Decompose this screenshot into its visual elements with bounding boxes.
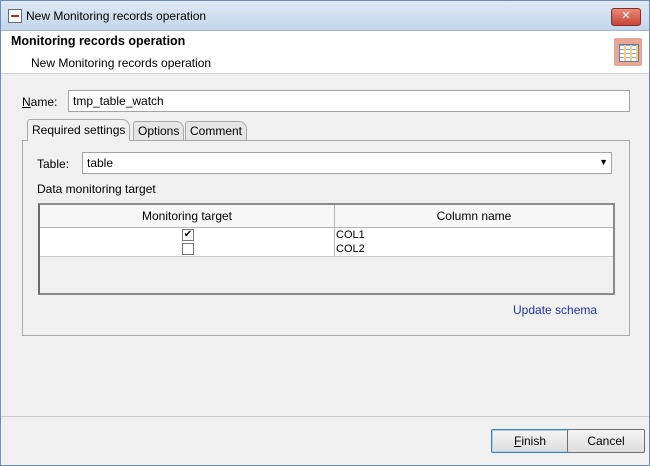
monitoring-target-checkbox[interactable] [182, 243, 194, 255]
column-name-cell: COL1 [336, 229, 365, 241]
dialog-window: New Monitoring records operation ✕ Monit… [0, 0, 650, 466]
table-header: Monitoring target Column name [40, 205, 613, 228]
finish-button[interactable]: Finish [491, 429, 569, 453]
table-icon [614, 38, 642, 66]
column-name-cell: COL2 [336, 243, 365, 255]
chevron-down-icon[interactable]: ▼ [599, 157, 608, 167]
column-divider [334, 205, 335, 256]
tab-required-settings[interactable]: Required settings [27, 119, 131, 141]
required-settings-panel: Table: table ▼ Data monitoring target Mo… [22, 140, 630, 336]
table-row[interactable]: COL2 [40, 242, 613, 257]
title-bar[interactable]: New Monitoring records operation ✕ [1, 1, 649, 31]
wizard-header: Monitoring records operation New Monitor… [1, 31, 649, 74]
name-input[interactable] [68, 90, 630, 112]
tab-options[interactable]: Options [133, 121, 185, 140]
dialog-body: Name: Required settings Options Comment … [1, 74, 649, 416]
table-select-value: table [87, 156, 114, 170]
data-monitoring-target-label: Data monitoring target [37, 182, 156, 196]
header-subtitle: New Monitoring records operation [31, 56, 212, 70]
monitoring-target-table: Monitoring target Column name ✔ COL1 COL… [38, 203, 615, 295]
close-button[interactable]: ✕ [611, 8, 641, 26]
header-title: Monitoring records operation [11, 34, 186, 48]
name-label: Name: [22, 95, 58, 109]
app-icon [8, 9, 22, 23]
table-label: Table: [37, 157, 70, 171]
update-schema-link[interactable]: Update schema [513, 303, 597, 317]
footer-divider [1, 416, 649, 417]
column-header-monitoring-target[interactable]: Monitoring target [40, 209, 334, 223]
table-select[interactable]: table ▼ [82, 152, 612, 174]
table-empty-area [40, 257, 613, 293]
table-row[interactable]: ✔ COL1 [40, 228, 613, 243]
column-header-column-name[interactable]: Column name [335, 209, 613, 223]
close-icon: ✕ [621, 10, 631, 22]
window-title: New Monitoring records operation [26, 9, 207, 23]
cancel-button[interactable]: Cancel [567, 429, 645, 453]
tab-comment[interactable]: Comment [185, 121, 248, 140]
monitoring-target-checkbox[interactable]: ✔ [182, 229, 194, 241]
